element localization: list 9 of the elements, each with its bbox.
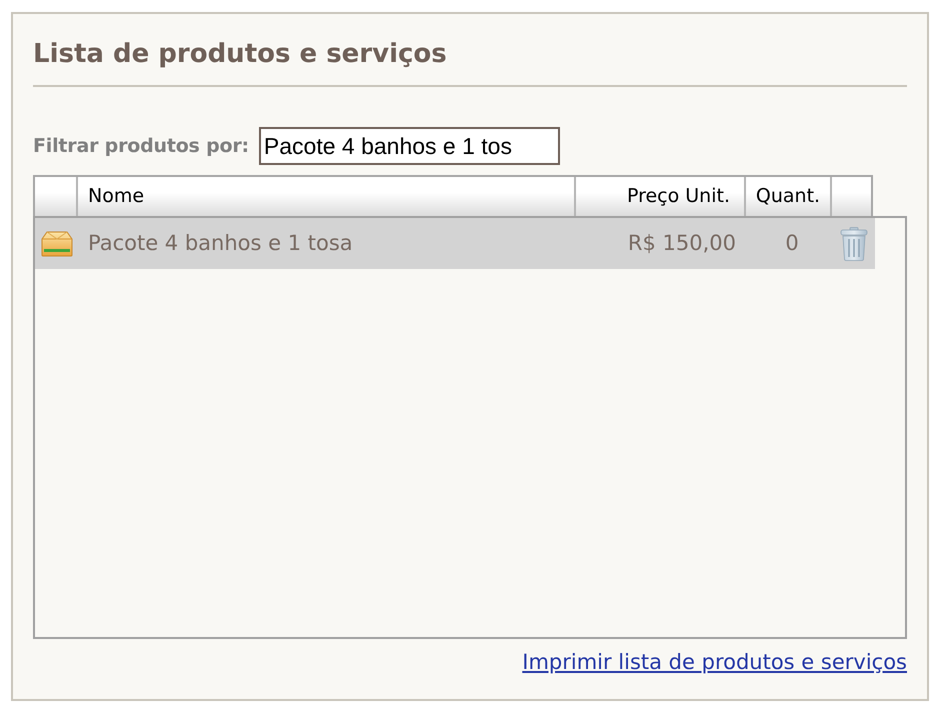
- table-cell-text: Pacote 4 banhos e 1 tosa: [87, 230, 354, 257]
- filter-label: Filtrar produtos por:: [33, 134, 249, 159]
- table-cell-text: R$ 150,00: [626, 230, 737, 257]
- trash-icon[interactable]: [840, 226, 868, 260]
- table-cell-text: 0: [784, 230, 800, 257]
- box-icon: [41, 230, 73, 256]
- panel-title: Lista de produtos e serviços: [33, 38, 447, 71]
- print-link[interactable]: Imprimir lista de produtos e serviços: [522, 647, 907, 678]
- filter-input[interactable]: Pacote 4 banhos e 1 tos: [258, 127, 560, 165]
